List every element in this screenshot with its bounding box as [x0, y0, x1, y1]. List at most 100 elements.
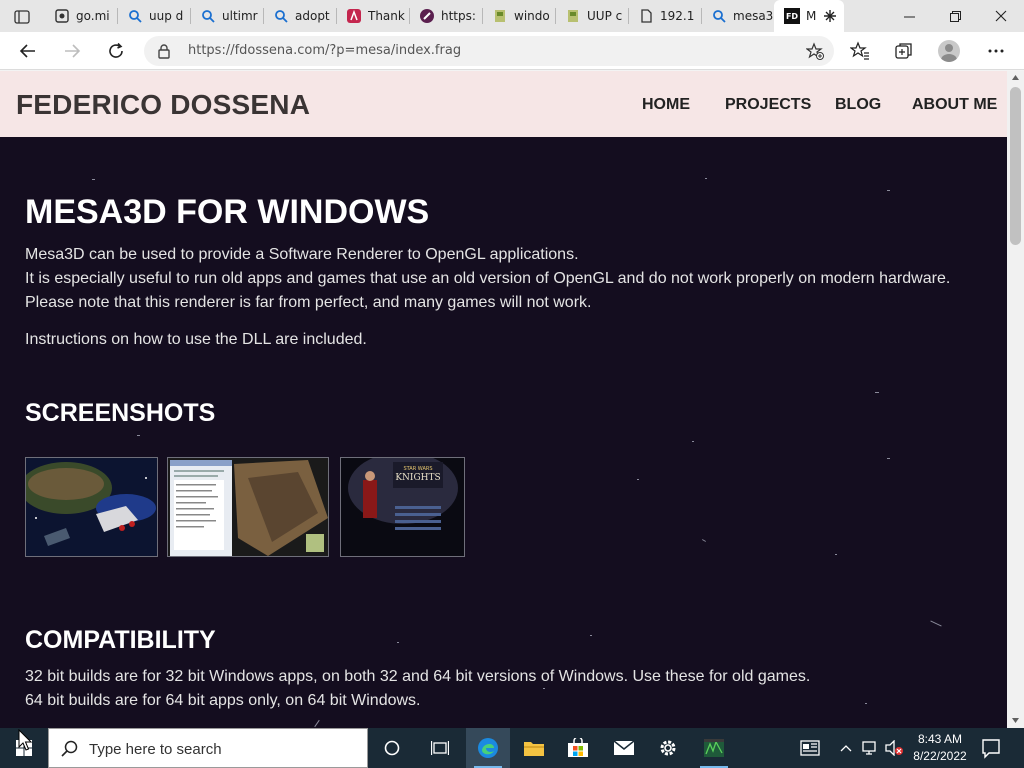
background-star [314, 719, 320, 728]
refresh-button[interactable] [102, 37, 130, 65]
site-title[interactable]: FEDERICO DOSSENA [16, 89, 310, 121]
tab-title: go.mi [76, 9, 110, 23]
tab-title: ultimr [222, 9, 258, 23]
app-a-icon [346, 8, 362, 24]
tab-title: UUP c [587, 9, 623, 23]
browser-tab[interactable]: 192.1 [628, 0, 701, 32]
taskbar-settings[interactable] [646, 728, 690, 768]
clock-time: 8:43 AM [917, 732, 963, 746]
knights-game-menu-screenshot: STAR WARS KNIGHTS [341, 458, 464, 556]
page-title: MESA3D FOR WINDOWS [25, 193, 430, 231]
task-view-button[interactable] [418, 728, 462, 768]
background-star [930, 620, 942, 627]
background-star [887, 458, 890, 459]
browser-tab[interactable]: https: [409, 0, 482, 32]
taskbar-edge[interactable] [466, 728, 510, 768]
intro-line: It is especially useful to run old apps … [25, 270, 951, 287]
app-circle-icon [419, 8, 435, 24]
favorites-icon [850, 41, 869, 60]
background-star [92, 179, 95, 180]
store-icon [568, 738, 588, 757]
tab-list: go.mi uup d ultimr adopt Thank https: wi… [44, 0, 844, 32]
nav-projects[interactable]: PROJECTS [725, 96, 811, 114]
news-icon [800, 740, 820, 756]
minimize-button[interactable] [886, 0, 932, 32]
mail-icon [613, 740, 635, 755]
browser-tab[interactable]: ultimr [190, 0, 263, 32]
back-button[interactable] [14, 37, 42, 65]
chevron-up-icon [840, 745, 852, 752]
background-star [137, 435, 140, 436]
screenshot-thumbnail[interactable] [25, 457, 158, 557]
browser-tab[interactable]: Thank [336, 0, 409, 32]
restore-button[interactable] [932, 0, 978, 32]
collections-button[interactable] [892, 39, 916, 63]
screenshot-thumbnail[interactable]: STAR WARS KNIGHTS [340, 457, 465, 557]
background-star [887, 190, 890, 191]
cortana-button[interactable] [370, 728, 414, 768]
scroll-up-button[interactable] [1007, 71, 1024, 83]
scroll-down-button[interactable] [1007, 714, 1024, 726]
instructions-text: Instructions on how to use the DLL are i… [25, 331, 367, 348]
page-icon [54, 8, 70, 24]
edge-icon [478, 738, 498, 758]
tab-title: Thank [368, 9, 405, 23]
settings-menu-button[interactable] [984, 39, 1008, 63]
tab-title: uup d [149, 9, 184, 23]
lock-icon[interactable] [156, 43, 172, 59]
browser-tab[interactable]: adopt [263, 0, 336, 32]
browser-toolbar: https://fdossena.com/?p=mesa/index.frag [0, 32, 1024, 70]
page-scrollbar[interactable] [1007, 71, 1024, 728]
more-icon [988, 49, 1004, 53]
background-star [875, 392, 879, 393]
background-star [705, 178, 707, 179]
volume-button[interactable] [884, 738, 904, 758]
caret-down-icon [1012, 717, 1019, 723]
new-tab-button[interactable] [818, 5, 842, 27]
browser-tab[interactable]: mesa3 [701, 0, 774, 32]
refresh-icon [109, 42, 123, 58]
browser-tab[interactable]: UUP c [555, 0, 628, 32]
tab-actions-button[interactable] [8, 6, 36, 28]
network-icon [862, 741, 876, 755]
taskbar-clock[interactable]: 8:43 AM 8/22/2022 [910, 731, 970, 765]
tab-actions-icon [14, 10, 30, 24]
network-button[interactable] [860, 738, 880, 758]
search-icon [273, 8, 289, 24]
address-bar[interactable]: https://fdossena.com/?p=mesa/index.frag [144, 36, 834, 66]
search-placeholder[interactable]: Type here to search [89, 741, 222, 758]
taskbar-store[interactable] [556, 728, 600, 768]
intro-line: Please note that this renderer is far fr… [25, 294, 592, 311]
terminal-app-icon [704, 739, 724, 757]
cortana-icon [384, 740, 400, 756]
taskbar-file-explorer[interactable] [512, 728, 556, 768]
favorites-button[interactable] [848, 39, 872, 63]
caret-up-icon [1012, 74, 1019, 80]
nav-home[interactable]: HOME [642, 96, 690, 114]
browser-tab[interactable]: go.mi [44, 0, 117, 32]
notification-icon[interactable] [980, 737, 1002, 759]
background-star [590, 635, 592, 636]
nav-about-me[interactable]: ABOUT ME [912, 96, 997, 114]
taskbar-app[interactable] [692, 728, 736, 768]
taskbar-mail[interactable] [602, 728, 646, 768]
background-star [702, 539, 706, 542]
installer-icon [492, 8, 508, 24]
url-text[interactable]: https://fdossena.com/?p=mesa/index.frag [188, 43, 461, 58]
scroll-thumb[interactable] [1010, 87, 1021, 245]
knights-logo-text: KNIGHTS [395, 473, 440, 483]
screenshot-thumbnail[interactable] [167, 457, 329, 557]
nav-blog[interactable]: BLOG [835, 96, 881, 114]
close-window-button[interactable] [978, 0, 1024, 32]
news-widget-button[interactable] [800, 738, 820, 758]
browser-tab[interactable]: windo [482, 0, 555, 32]
add-favorite-icon[interactable] [806, 42, 824, 60]
screenshots-heading: SCREENSHOTS [25, 399, 216, 427]
taskbar-search-box[interactable]: Type here to search [48, 728, 368, 768]
profile-avatar[interactable] [938, 40, 960, 62]
forward-button[interactable] [58, 37, 86, 65]
background-star [835, 554, 837, 555]
browser-tab[interactable]: uup d [117, 0, 190, 32]
compatibility-heading: COMPATIBILITY [25, 626, 216, 654]
show-hidden-icons-button[interactable] [836, 738, 856, 758]
